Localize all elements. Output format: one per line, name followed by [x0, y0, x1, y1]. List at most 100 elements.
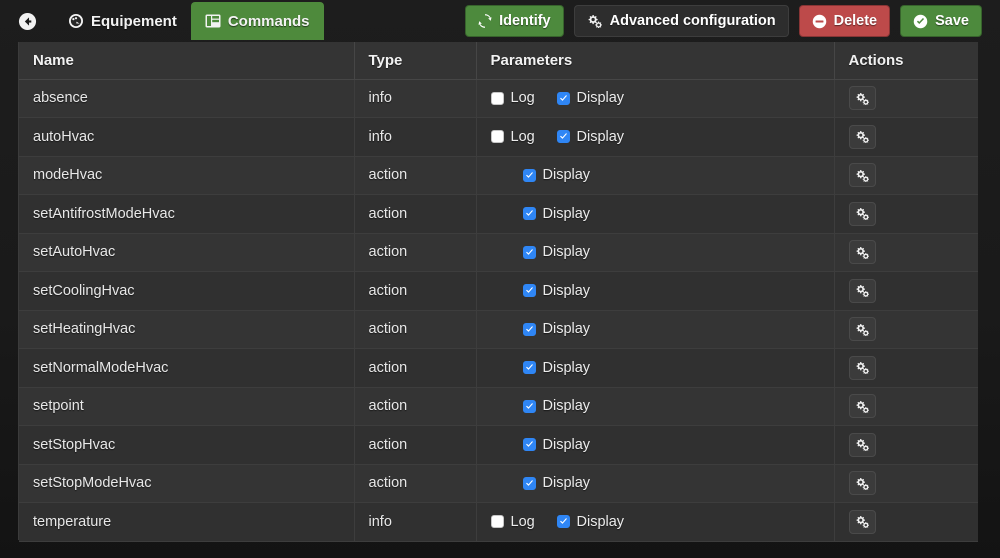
table-row: setStopHvac action Display — [19, 425, 978, 465]
checkbox-unchecked-icon[interactable] — [490, 130, 504, 144]
table-row: setAutoHvac action Display — [19, 233, 978, 272]
checkbox-checked-icon[interactable] — [556, 515, 570, 529]
checkbox-checked-icon[interactable] — [522, 168, 536, 182]
display-checkbox[interactable]: Display — [522, 359, 591, 376]
tab-equipement[interactable]: Equipement — [54, 2, 191, 40]
checkbox-checked-icon[interactable] — [556, 130, 570, 144]
parameters-cell-content: Display — [491, 206, 834, 222]
command-parameters-cell: Display — [476, 156, 835, 195]
command-parameters-cell: Display — [476, 233, 835, 272]
configure-command-button[interactable] — [848, 163, 876, 188]
refresh-icon — [478, 14, 492, 28]
cogs-icon — [855, 400, 870, 413]
toolbar-left: Equipement Commands — [0, 0, 324, 42]
tab-commands[interactable]: Commands — [190, 2, 324, 40]
checkbox-checked-icon[interactable] — [522, 207, 536, 221]
arrow-circle-left-icon — [18, 12, 37, 31]
command-type-cell: action — [354, 194, 477, 234]
display-checkbox[interactable]: Display — [522, 244, 590, 260]
command-parameters-cell: Display — [476, 425, 835, 465]
configure-command-button[interactable] — [848, 278, 876, 303]
back-button[interactable] — [16, 10, 38, 32]
log-checkbox[interactable]: Log — [490, 90, 557, 106]
checkbox-checked-icon[interactable] — [522, 322, 536, 336]
configure-command-button[interactable] — [848, 432, 876, 457]
command-type-cell: action — [354, 464, 477, 503]
parameters-cell-content: Display — [491, 167, 834, 183]
cogs-icon — [855, 130, 870, 144]
parameters-cell-content: Log Display — [490, 90, 834, 106]
command-actions-cell — [834, 425, 978, 465]
display-checkbox[interactable]: Display — [556, 90, 624, 106]
checkbox-checked-icon[interactable] — [522, 438, 536, 452]
cogs-icon — [855, 207, 870, 221]
display-checkbox-label: Display — [542, 321, 591, 338]
list-alt-icon — [205, 14, 221, 28]
column-header-actions: Actions — [834, 42, 978, 80]
table-row: setStopModeHvac action Display — [19, 464, 978, 503]
parameters-cell-content: Display — [491, 475, 834, 491]
display-checkbox[interactable]: Display — [556, 129, 624, 145]
configure-command-button[interactable] — [848, 471, 876, 496]
top-toolbar: Equipement Commands Identify Advanced co… — [0, 0, 1000, 42]
check-circle-icon — [913, 14, 928, 29]
display-checkbox-label: Display — [542, 282, 591, 299]
display-checkbox[interactable]: Display — [522, 437, 590, 453]
identify-button[interactable]: Identify — [465, 5, 564, 37]
configure-command-button[interactable] — [848, 240, 876, 265]
configure-command-button[interactable] — [848, 86, 876, 111]
checkbox-checked-icon[interactable] — [556, 91, 570, 105]
table-row: absence info Log Display — [19, 79, 978, 118]
command-parameters-cell: Display — [476, 348, 835, 388]
advanced-configuration-button-label: Advanced configuration — [609, 13, 776, 29]
display-checkbox-label: Display — [542, 398, 591, 415]
display-checkbox-label: Display — [542, 359, 591, 376]
table-row: setNormalModeHvac action Display — [19, 348, 978, 388]
command-type-cell: action — [354, 310, 477, 349]
checkbox-checked-icon[interactable] — [522, 245, 536, 259]
checkbox-unchecked-icon[interactable] — [490, 91, 504, 105]
cogs-icon — [855, 477, 870, 490]
table-row: autoHvac info Log Display — [19, 117, 978, 157]
command-name-cell: setNormalModeHvac — [19, 348, 355, 388]
command-parameters-cell: Log Display — [476, 502, 835, 542]
command-name-cell: modeHvac — [19, 156, 355, 195]
column-header-name: Name — [19, 42, 355, 80]
log-checkbox[interactable]: Log — [490, 514, 557, 530]
command-actions-cell — [834, 233, 978, 272]
configure-command-button[interactable] — [848, 355, 876, 380]
display-checkbox[interactable]: Display — [522, 398, 591, 415]
dashboard-icon — [68, 13, 84, 29]
display-checkbox[interactable]: Display — [522, 282, 591, 299]
command-name-cell: absence — [19, 79, 355, 118]
log-checkbox[interactable]: Log — [490, 129, 557, 145]
configure-command-button[interactable] — [848, 201, 876, 226]
configure-command-button[interactable] — [848, 317, 876, 342]
checkbox-checked-icon[interactable] — [522, 399, 536, 413]
cogs-icon — [855, 515, 870, 529]
cogs-icon — [855, 323, 870, 336]
command-name-cell: setpoint — [19, 387, 355, 426]
configure-command-button[interactable] — [848, 394, 876, 419]
checkbox-checked-icon[interactable] — [522, 361, 536, 375]
checkbox-checked-icon[interactable] — [522, 476, 536, 490]
display-checkbox[interactable]: Display — [522, 206, 590, 222]
checkbox-unchecked-icon[interactable] — [490, 515, 504, 529]
delete-button-label: Delete — [833, 13, 878, 29]
save-button[interactable]: Save — [900, 5, 982, 37]
command-actions-cell — [834, 117, 978, 157]
table-header-row: Name Type Parameters Actions — [19, 42, 978, 80]
parameters-cell-content: Display — [491, 283, 834, 299]
delete-button[interactable]: Delete — [798, 5, 891, 37]
command-name-cell: temperature — [19, 502, 355, 542]
advanced-configuration-button[interactable]: Advanced configuration — [573, 5, 789, 37]
display-checkbox[interactable]: Display — [522, 321, 591, 338]
configure-command-button[interactable] — [848, 509, 876, 534]
display-checkbox[interactable]: Display — [522, 475, 590, 491]
checkbox-checked-icon[interactable] — [522, 284, 536, 298]
table-row: setAntifrostModeHvac action Display — [19, 194, 978, 234]
command-type-cell: action — [354, 156, 477, 195]
configure-command-button[interactable] — [848, 124, 876, 149]
display-checkbox[interactable]: Display — [522, 167, 590, 183]
display-checkbox[interactable]: Display — [556, 514, 624, 530]
